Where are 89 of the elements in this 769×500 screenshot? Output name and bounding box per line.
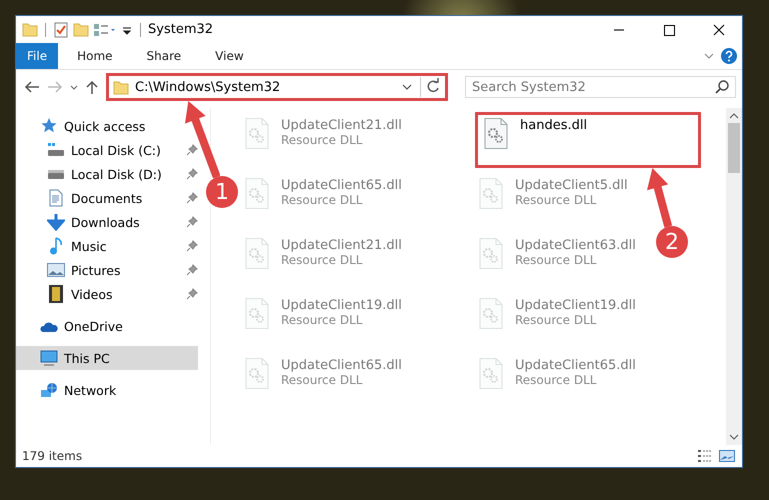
music-note-icon bbox=[49, 237, 63, 255]
sidebar-item[interactable]: Documents bbox=[16, 186, 148, 210]
dll-file-icon bbox=[245, 178, 269, 209]
dll-file-icon bbox=[479, 298, 503, 329]
file-type: Resource DLL bbox=[515, 193, 598, 207]
dll-file-icon bbox=[245, 118, 269, 149]
details-view-icon[interactable] bbox=[696, 449, 714, 463]
monitor-icon bbox=[40, 350, 58, 366]
file-item[interactable]: UpdateClient65.dll Resource DLL bbox=[475, 352, 640, 408]
annotation-arrow bbox=[646, 168, 672, 228]
file-type: Resource DLL bbox=[515, 253, 598, 267]
dll-file-icon bbox=[245, 238, 269, 269]
file-type: Resource DLL bbox=[281, 133, 364, 147]
file-name: UpdateClient5.dll bbox=[515, 178, 628, 193]
scrollbar[interactable] bbox=[726, 108, 742, 445]
file-type: Resource DLL bbox=[281, 313, 364, 327]
file-item[interactable]: UpdateClient5.dll Resource DLL bbox=[475, 172, 632, 228]
properties-icon[interactable] bbox=[53, 22, 69, 38]
file-item[interactable]: UpdateClient65.dll Resource DLL bbox=[241, 352, 406, 408]
dll-file-icon bbox=[484, 118, 508, 149]
search-icon[interactable] bbox=[714, 79, 730, 95]
sidebar-item[interactable]: Music bbox=[16, 234, 113, 258]
file-item[interactable]: UpdateClient19.dll Resource DLL bbox=[475, 292, 640, 348]
file-name: UpdateClient19.dll bbox=[515, 298, 636, 313]
pin-icon[interactable] bbox=[186, 192, 198, 204]
drive-icon bbox=[47, 170, 65, 178]
file-item[interactable]: UpdateClient21.dll Resource DLL bbox=[241, 232, 406, 288]
file-item[interactable]: handes.dll bbox=[475, 112, 701, 168]
file-item[interactable]: UpdateClient63.dll Resource DLL bbox=[475, 232, 640, 288]
sidebar-item[interactable]: Network bbox=[16, 378, 122, 402]
large-icons-view-icon[interactable] bbox=[718, 449, 736, 463]
star-icon bbox=[40, 117, 58, 135]
pin-icon[interactable] bbox=[186, 240, 198, 252]
pin-icon[interactable] bbox=[186, 288, 198, 300]
sidebar-item[interactable]: Videos bbox=[16, 282, 119, 306]
pin-icon[interactable] bbox=[186, 168, 198, 180]
dll-file-icon bbox=[479, 238, 503, 269]
sidebar-item[interactable]: This PC bbox=[16, 346, 198, 370]
film-icon bbox=[48, 285, 64, 303]
view-options-icon[interactable] bbox=[93, 22, 117, 38]
file-item[interactable]: UpdateClient65.dll Resource DLL bbox=[241, 172, 406, 228]
scroll-thumb[interactable] bbox=[728, 123, 740, 173]
dll-file-icon bbox=[245, 358, 269, 389]
document-icon bbox=[47, 189, 65, 207]
back-arrow-icon[interactable] bbox=[22, 79, 42, 95]
file-type: Resource DLL bbox=[515, 313, 598, 327]
ribbon-tab[interactable]: View bbox=[200, 43, 259, 69]
ribbon-tab[interactable]: Share bbox=[132, 43, 196, 69]
network-icon bbox=[40, 382, 58, 398]
file-name: UpdateClient65.dll bbox=[515, 358, 636, 373]
scroll-up-icon[interactable] bbox=[729, 113, 739, 119]
cloud-icon bbox=[40, 320, 58, 332]
picture-icon bbox=[47, 263, 65, 277]
sidebar-item[interactable]: OneDrive bbox=[16, 314, 129, 338]
dll-file-icon bbox=[245, 298, 269, 329]
file-item[interactable]: UpdateClient21.dll Resource DLL bbox=[241, 112, 406, 168]
ribbon-tab[interactable]: File bbox=[16, 43, 58, 69]
window-title: System32 bbox=[148, 22, 214, 37]
ribbon-tab[interactable]: Home bbox=[62, 43, 128, 69]
file-type: Resource DLL bbox=[281, 373, 364, 387]
file-name: UpdateClient63.dll bbox=[515, 238, 636, 253]
pin-icon[interactable] bbox=[186, 144, 198, 156]
folder-icon bbox=[113, 80, 129, 94]
sidebar-item[interactable]: Downloads bbox=[16, 210, 146, 234]
file-name: UpdateClient21.dll bbox=[281, 118, 402, 133]
drive-icon bbox=[47, 143, 65, 157]
file-type: Resource DLL bbox=[515, 373, 598, 387]
address-bar[interactable]: C:\Windows\System32 bbox=[106, 73, 448, 101]
file-name: UpdateClient65.dll bbox=[281, 358, 402, 373]
sidebar-item[interactable]: Local Disk (D:) bbox=[16, 162, 168, 186]
search-field[interactable]: Search System32 bbox=[465, 76, 736, 98]
file-name: UpdateClient19.dll bbox=[281, 298, 402, 313]
sidebar-item[interactable]: Pictures bbox=[16, 258, 126, 282]
file-name: UpdateClient21.dll bbox=[281, 238, 402, 253]
file-name: UpdateClient65.dll bbox=[281, 178, 402, 193]
pin-icon[interactable] bbox=[186, 264, 198, 276]
sidebar-item[interactable]: Quick access bbox=[16, 114, 152, 138]
pin-icon[interactable] bbox=[186, 216, 198, 228]
dll-file-icon bbox=[479, 178, 503, 209]
file-type: Resource DLL bbox=[281, 193, 364, 207]
file-name: handes.dll bbox=[520, 118, 588, 133]
scroll-down-icon[interactable] bbox=[729, 434, 739, 440]
help-icon[interactable] bbox=[720, 47, 738, 65]
download-arrow-icon bbox=[47, 213, 65, 231]
item-count: 179 items bbox=[22, 449, 82, 463]
dll-file-icon bbox=[479, 358, 503, 389]
file-item[interactable]: UpdateClient19.dll Resource DLL bbox=[241, 292, 406, 348]
sidebar-item[interactable]: Local Disk (C:) bbox=[16, 138, 167, 162]
file-type: Resource DLL bbox=[281, 253, 364, 267]
